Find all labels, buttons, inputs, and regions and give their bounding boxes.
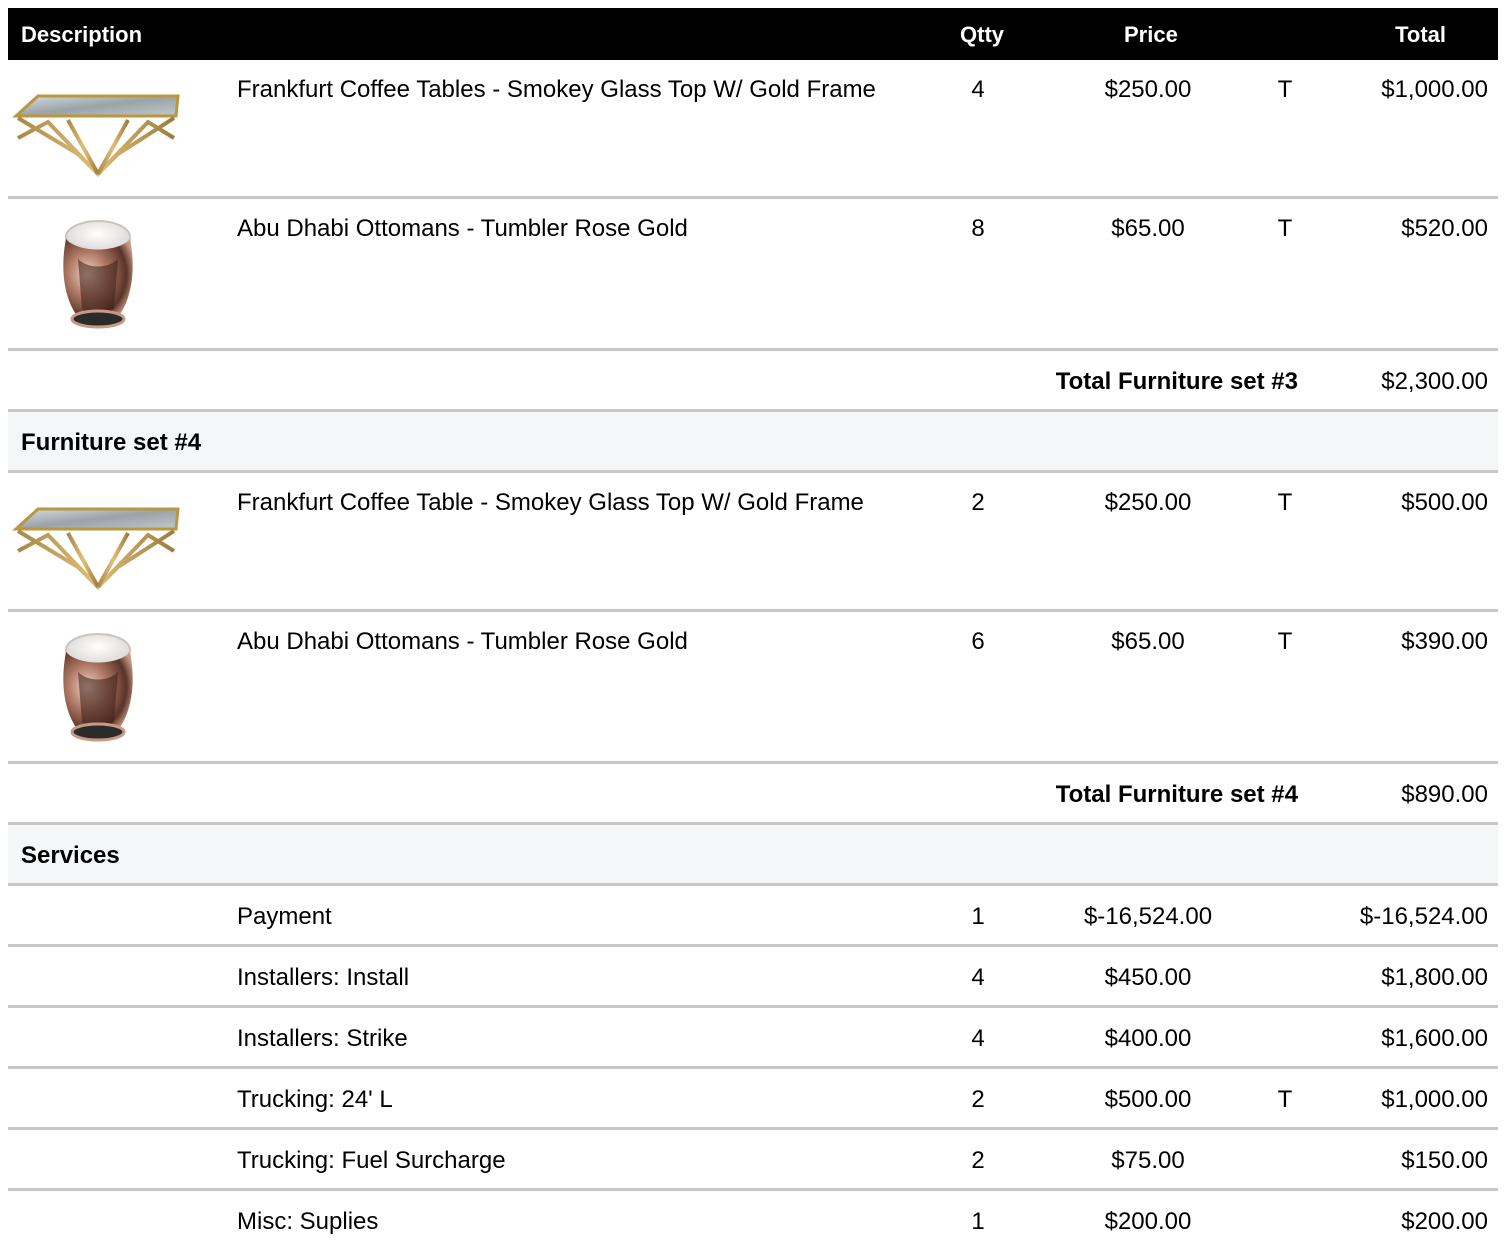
item-qty: 2	[971, 489, 985, 516]
item-total: $1,000.00	[1381, 76, 1488, 103]
service-qty: 1	[971, 1208, 985, 1235]
item-price: $65.00	[1111, 215, 1185, 242]
service-price: $400.00	[1104, 1025, 1192, 1052]
header-total: Total	[1395, 22, 1446, 47]
subtotal-row: Total Furniture set #4 $890.00	[8, 764, 1498, 825]
service-price: $75.00	[1111, 1147, 1185, 1174]
group-heading-services: Services	[8, 825, 1498, 886]
service-description: Trucking: Fuel Surcharge	[237, 1147, 506, 1174]
item-total: $500.00	[1401, 489, 1488, 516]
table-row: Frankfurt Coffee Table - Smokey Glass To…	[8, 473, 1498, 612]
item-qty: 4	[971, 76, 985, 103]
group-heading-furniture-set-4: Furniture set #4	[8, 412, 1498, 473]
table-row: Payment 1 $-16,524.00 $-16,524.00	[8, 886, 1498, 947]
subtotal-row: Total Furniture set #3 $2,300.00	[8, 351, 1498, 412]
item-qty: 8	[971, 215, 985, 242]
coffee-table-icon	[12, 94, 180, 177]
item-description: Abu Dhabi Ottomans - Tumbler Rose Gold	[237, 215, 688, 242]
ottoman-icon	[63, 633, 133, 742]
item-total: $520.00	[1401, 215, 1488, 242]
service-price: $450.00	[1104, 964, 1192, 991]
service-qty: 4	[971, 964, 985, 991]
header-qty: Qtty	[960, 22, 1004, 47]
item-description: Abu Dhabi Ottomans - Tumbler Rose Gold	[237, 628, 688, 655]
header-price: Price	[1124, 22, 1178, 47]
table-row: Abu Dhabi Ottomans - Tumbler Rose Gold 6…	[8, 612, 1498, 764]
table-row: Abu Dhabi Ottomans - Tumbler Rose Gold 8…	[8, 199, 1498, 351]
service-description: Payment	[237, 903, 332, 930]
table-row: Misc: Suplies 1 $200.00 $200.00	[8, 1191, 1498, 1252]
ottoman-icon	[63, 220, 133, 329]
table-row: Trucking: Fuel Surcharge 2 $75.00 $150.0…	[8, 1130, 1498, 1191]
service-total: $150.00	[1401, 1147, 1488, 1174]
service-total: $1,600.00	[1381, 1025, 1488, 1052]
service-qty: 2	[971, 1147, 985, 1174]
coffee-table-icon	[12, 507, 180, 590]
service-price: $-16,524.00	[1083, 903, 1213, 930]
table-header: Description Qtty Price Total	[8, 8, 1498, 60]
service-qty: 4	[971, 1025, 985, 1052]
subtotal-label: Total Furniture set #4	[1055, 781, 1298, 808]
service-price: $200.00	[1104, 1208, 1192, 1235]
service-price: $500.00	[1104, 1086, 1192, 1113]
subtotal-label: Total Furniture set #3	[1055, 368, 1298, 395]
subtotal-value: $2,300.00	[1381, 368, 1488, 395]
item-description: Frankfurt Coffee Tables - Smokey Glass T…	[237, 76, 876, 103]
service-qty: 2	[971, 1086, 985, 1113]
item-price: $65.00	[1111, 628, 1185, 655]
table-row: Frankfurt Coffee Tables - Smokey Glass T…	[8, 60, 1498, 199]
subtotal-value: $890.00	[1401, 781, 1488, 808]
table-row: Installers: Strike 4 $400.00 $1,600.00	[8, 1008, 1498, 1069]
item-qty: 6	[971, 628, 985, 655]
service-total: $1,800.00	[1381, 964, 1488, 991]
service-total: $1,000.00	[1381, 1086, 1488, 1113]
service-total: $200.00	[1401, 1208, 1488, 1235]
item-tax-flag: T	[1277, 215, 1293, 242]
service-description: Installers: Install	[237, 964, 410, 991]
item-tax-flag: T	[1277, 628, 1293, 655]
service-description: Trucking: 24' L	[237, 1086, 393, 1113]
service-description: Installers: Strike	[237, 1025, 408, 1052]
service-description: Misc: Suplies	[237, 1208, 379, 1235]
item-price: $250.00	[1104, 76, 1192, 103]
quote-sheet: Description Qtty Price Total Frankfurt C…	[8, 8, 1498, 1252]
table-row: Installers: Install 4 $450.00 $1,800.00	[8, 947, 1498, 1008]
service-tax-flag: T	[1277, 1086, 1293, 1113]
group-title: Services	[21, 842, 120, 869]
item-tax-flag: T	[1277, 489, 1293, 516]
item-tax-flag: T	[1277, 76, 1293, 103]
item-price: $250.00	[1104, 489, 1192, 516]
service-total: $-16,524.00	[1359, 903, 1488, 930]
group-title: Furniture set #4	[21, 429, 202, 456]
service-qty: 1	[971, 903, 985, 930]
item-total: $390.00	[1401, 628, 1488, 655]
table-row: Trucking: 24' L 2 $500.00 T $1,000.00	[8, 1069, 1498, 1130]
item-description: Frankfurt Coffee Table - Smokey Glass To…	[237, 489, 864, 516]
header-description: Description	[21, 22, 143, 47]
